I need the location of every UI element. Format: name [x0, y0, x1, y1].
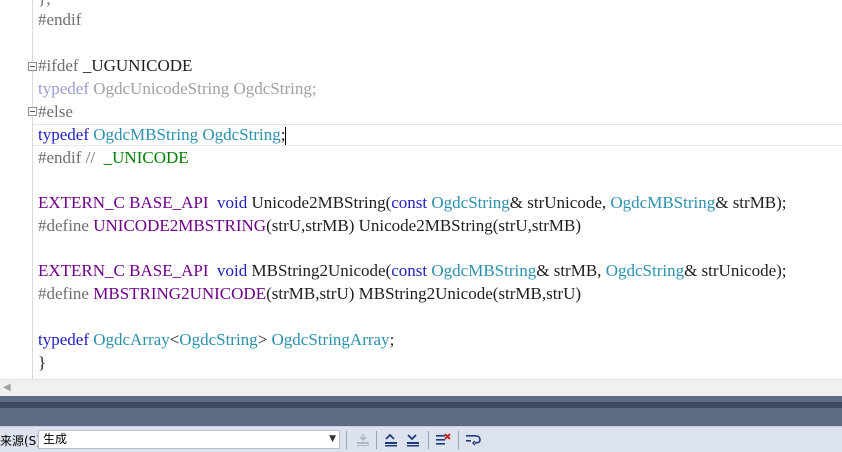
toolbar-separator: [346, 431, 347, 449]
splitter-band: [0, 402, 842, 408]
code-line[interactable]: typedef OgdcUnicodeString OgdcString;: [38, 78, 317, 100]
code-token: OgdcMBString: [610, 193, 716, 212]
code-token: OgdcString: [202, 125, 281, 144]
code-token: BASE_API: [129, 261, 209, 280]
code-token: const: [391, 261, 428, 280]
code-line[interactable]: typedef OgdcMBString OgdcString;: [38, 124, 287, 146]
code-token: EXTERN_C: [38, 193, 125, 212]
code-token: & strUnicode,: [509, 193, 611, 212]
code-token: OgdcMBString: [93, 125, 199, 144]
code-token: void: [217, 193, 248, 212]
code-token: typedef: [38, 125, 89, 144]
code-editor[interactable]: }; #endif #ifdef _UGUNICODE typedef Ogdc…: [0, 0, 842, 379]
code-token: OgdcArray: [93, 330, 170, 349]
code-token: Unicode2MBString(: [247, 193, 392, 212]
code-line[interactable]: #ifdef _UGUNICODE: [38, 55, 192, 77]
code-token: OgdcStringArray: [271, 330, 390, 349]
toolbar-separator: [376, 431, 377, 449]
code-token: >: [257, 330, 272, 349]
code-line[interactable]: #else: [38, 101, 73, 123]
code-token: OgdcString: [179, 330, 258, 349]
code-line[interactable]: EXTERN_C BASE_API void MBString2Unicode(…: [38, 260, 787, 282]
code-line[interactable]: EXTERN_C BASE_API void Unicode2MBString(…: [38, 192, 787, 214]
code-token: ;: [389, 330, 395, 349]
code-token: OgdcString: [605, 261, 685, 280]
code-line[interactable]: #endif // _UNICODE: [38, 147, 189, 169]
code-token: MBString2Unicode(: [247, 261, 392, 280]
collapse-box-icon[interactable]: [28, 107, 37, 116]
find-message-icon[interactable]: [354, 431, 372, 449]
code-token: #define: [38, 284, 89, 303]
code-token: (strU,strMB) Unicode2MBString(strU,strMB…: [266, 216, 582, 235]
code-token: typedef: [38, 79, 89, 98]
scroll-left-arrow-icon[interactable]: ◀: [3, 382, 11, 393]
code-token: _UGUNICODE: [78, 56, 193, 75]
code-token: void: [217, 261, 248, 280]
code-token: (strMB,strU) MBString2Unicode(strMB,strU…: [266, 284, 582, 303]
code-token: OgdcUnicodeString OgdcString;: [88, 79, 317, 98]
code-token: #define: [38, 216, 89, 235]
chevron-down-icon: ▼: [329, 434, 336, 444]
source-dropdown[interactable]: 生成 ▼: [38, 430, 340, 449]
code-token: };: [38, 0, 51, 8]
toolbar-separator: [458, 431, 459, 449]
toggle-word-wrap-icon[interactable]: [464, 431, 482, 449]
panel-splitter: [0, 396, 842, 426]
code-token: OgdcMBString: [431, 261, 537, 280]
code-line[interactable]: #define MBSTRING2UNICODE(strMB,strU) MBS…: [38, 283, 581, 305]
code-token: <: [169, 330, 180, 349]
code-token: #endif: [38, 10, 82, 29]
code-token: OgdcString: [431, 193, 510, 212]
collapse-box-icon[interactable]: [28, 62, 37, 71]
code-token: BASE_API: [129, 193, 209, 212]
source-dropdown-value: 生成: [43, 432, 68, 446]
next-message-icon[interactable]: [404, 431, 422, 449]
previous-message-icon[interactable]: [382, 431, 400, 449]
code-token: #endif //: [38, 148, 100, 167]
code-token: #ifdef: [38, 56, 79, 75]
code-token: typedef: [38, 330, 89, 349]
code-token: MBSTRING2UNICODE: [93, 284, 267, 303]
code-token: UNICODE2MBSTRING: [93, 216, 267, 235]
code-line[interactable]: typedef OgdcArray<OgdcString> OgdcString…: [38, 329, 394, 351]
toolbar-separator: [428, 431, 429, 449]
code-token: & strMB,: [536, 261, 606, 280]
code-token: EXTERN_C: [38, 261, 125, 280]
horizontal-scrollbar[interactable]: ◀: [0, 379, 842, 396]
code-token: }: [38, 353, 47, 372]
clear-all-icon[interactable]: [434, 431, 452, 449]
code-line[interactable]: #define UNICODE2MBSTRING(strU,strMB) Uni…: [38, 215, 581, 237]
code-line[interactable]: }: [38, 352, 46, 374]
code-token: & strUnicode);: [684, 261, 787, 280]
code-line[interactable]: #endif: [38, 9, 81, 31]
code-token: & strMB);: [715, 193, 787, 212]
text-caret: [285, 127, 287, 146]
output-toolbar: 来源(S): 生成 ▼: [0, 426, 842, 452]
code-token: const: [391, 193, 428, 212]
code-token: #else: [38, 102, 73, 121]
outline-margin: [32, 0, 33, 379]
code-token: _UNICODE: [99, 148, 189, 167]
